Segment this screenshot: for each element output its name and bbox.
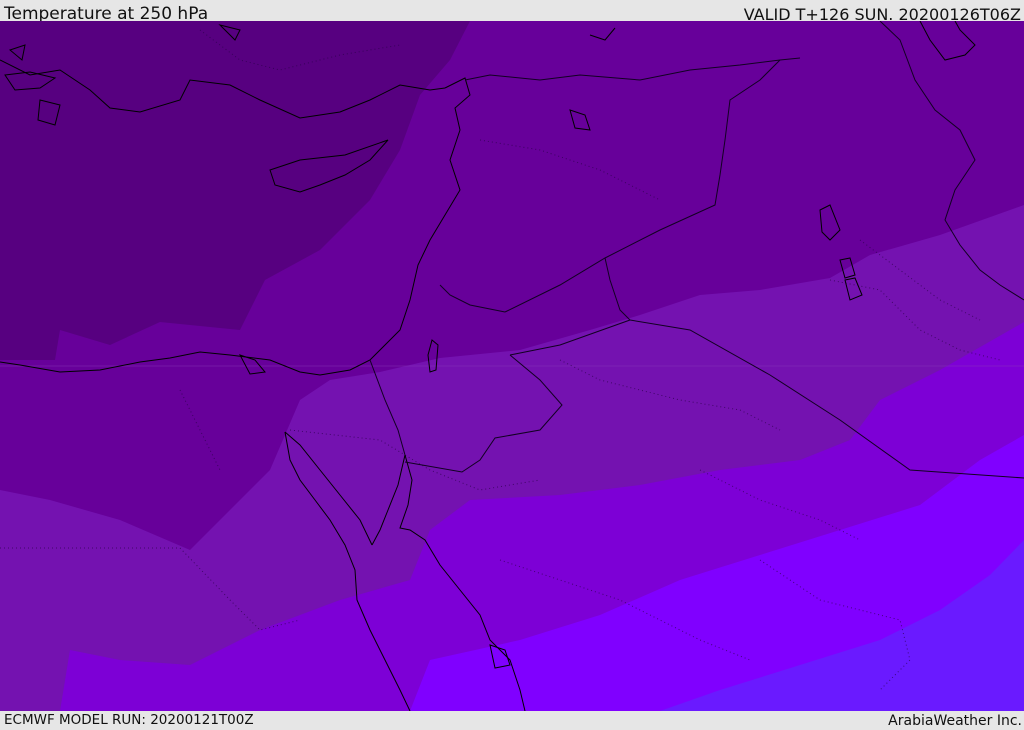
weather-map[interactable] [0,21,1024,711]
footer-bar: ECMWF MODEL RUN: 20200121T00Z ArabiaWeat… [0,711,1024,729]
credit-label: ArabiaWeather Inc. [888,713,1022,729]
model-run-label: ECMWF MODEL RUN: 20200121T00Z [4,712,254,728]
header-bar: Temperature at 250 hPa VALID T+126 SUN. … [0,0,1024,24]
